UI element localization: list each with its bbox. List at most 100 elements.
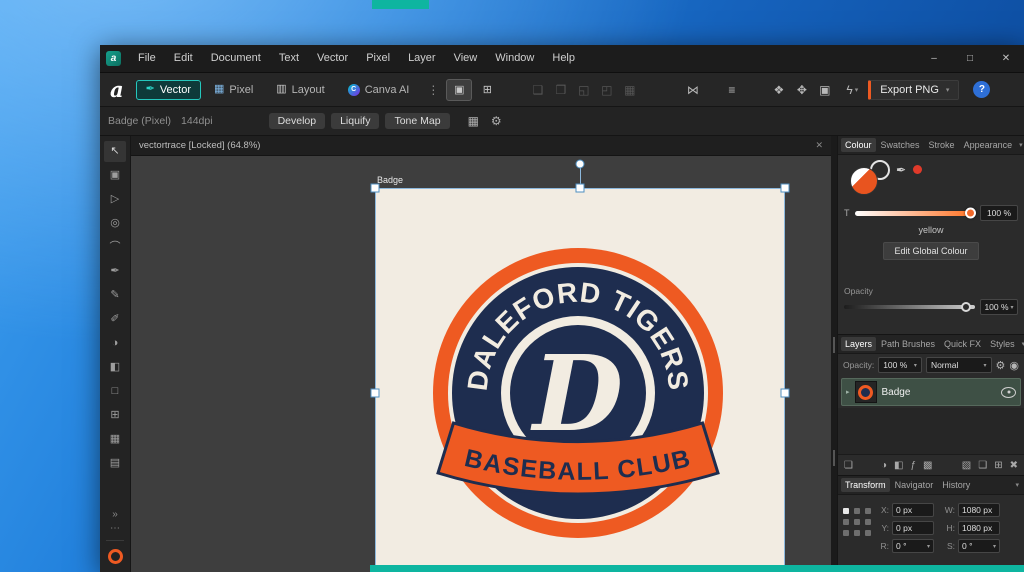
insert-target-icon[interactable]: ▣ [813,83,836,97]
anchor-cell[interactable] [865,508,871,514]
menu-layer[interactable]: Layer [399,45,445,72]
geometry-subtract-icon[interactable]: ❒ [549,83,572,97]
anchor-cell[interactable] [843,508,849,514]
geometry-divide-icon[interactable]: ◰ [595,83,618,97]
layer-visibility-eye-icon[interactable] [1001,387,1016,398]
menu-view[interactable]: View [445,45,487,72]
menu-window[interactable]: Window [486,45,543,72]
more-tools-icon[interactable]: ⋯ [110,522,120,536]
badge-artwork[interactable]: DALEFORD TIGERS BASEBALL CLUB D [428,243,728,543]
layers-list-empty-area[interactable] [838,408,1024,454]
panel-splitter[interactable] [831,136,837,572]
tab-navigator[interactable]: Navigator [891,478,938,492]
contour-tool[interactable]: ◎ [104,213,126,234]
h-field[interactable]: 1080 px [958,521,1000,535]
tab-layers[interactable]: Layers [841,337,876,351]
current-colour-indicator[interactable] [108,549,123,564]
s-field[interactable]: 0 ° ▾ [958,539,1000,553]
adjustment-icon[interactable]: ◑ [881,460,887,471]
tab-transform[interactable]: Transform [841,478,890,492]
corner-tool[interactable]: ⌒ [104,237,126,258]
tint-slider-track[interactable] [855,211,976,216]
persona-vector[interactable]: ✒ Vector [136,80,201,100]
pen-tool[interactable]: ✒ [104,261,126,282]
menu-file[interactable]: File [129,45,165,72]
blend-mode-select[interactable]: Normal ▾ [926,357,992,373]
fx-icon[interactable]: ▩ [923,460,932,471]
assistant-button[interactable]: ϟ ▾ [846,83,858,97]
toolbar-toggle-b-icon[interactable]: ⊞ [474,79,500,101]
layer-settings-gear-icon[interactable]: ⚙ [996,359,1006,372]
tab-history[interactable]: History [938,478,974,492]
close-document-icon[interactable]: ✕ [815,140,823,151]
flip-icon[interactable]: ⋈ [681,83,704,97]
new-layer-icon[interactable]: ❑ [978,460,987,471]
document-tab[interactable]: vectortrace [Locked] (64.8%) [139,140,260,151]
geometry-add-icon[interactable]: ❑ [526,83,549,97]
rotation-handle[interactable] [576,160,585,169]
settings-gear-icon[interactable]: ⚙ [491,114,502,128]
menu-pixel[interactable]: Pixel [357,45,399,72]
menu-text[interactable]: Text [270,45,308,72]
anchor-cell[interactable] [865,530,871,536]
x-field[interactable]: 0 px [892,503,934,517]
tab-styles[interactable]: Styles [986,337,1019,351]
export-png-button[interactable]: Export PNG ▾ [868,80,959,100]
selection-handle-mid-right[interactable] [781,389,790,398]
selection-handle-mid-left[interactable] [371,389,380,398]
geometry-combine-icon[interactable]: ▦ [618,83,641,97]
document-artboard[interactable]: DALEFORD TIGERS BASEBALL CLUB D [375,188,785,572]
tint-value-field[interactable]: 100 % [980,205,1018,221]
canvas-area[interactable]: vectortrace [Locked] (64.8%) ✕ DALEFORD … [131,136,831,572]
new-group-icon[interactable]: ⊞ [994,460,1002,471]
layer-row-badge[interactable]: ▸ Badge [841,378,1021,406]
crop-tool[interactable]: ▦ [104,429,126,450]
move-tool[interactable]: ↖ [104,141,126,162]
layers-opacity-select[interactable]: 100 % ▾ [878,357,922,373]
panel-menu-icon[interactable]: ▾ [1017,141,1024,149]
frame-tool[interactable]: ▣ [104,165,126,186]
anchor-cell[interactable] [865,519,871,525]
r-field[interactable]: 0 ° ▾ [892,539,934,553]
pencil-tool[interactable]: ✎ [104,285,126,306]
menu-help[interactable]: Help [543,45,584,72]
persona-pixel[interactable]: ▦ Pixel [204,80,263,100]
edit-mask-icon[interactable]: ❏ [844,460,853,471]
expand-tools-icon[interactable]: » [112,508,118,522]
anchor-cell[interactable] [843,519,849,525]
tab-swatches[interactable]: Swatches [877,138,924,152]
opacity-slider-track[interactable] [844,305,975,309]
tab-stroke[interactable]: Stroke [925,138,959,152]
toolbar-toggle-a-icon[interactable]: ▣ [446,79,472,101]
menu-document[interactable]: Document [202,45,270,72]
anchor-cell[interactable] [854,508,860,514]
anchor-cell[interactable] [854,519,860,525]
live-filter-icon[interactable]: ƒ [910,460,916,471]
opacity-value-field[interactable]: 100 % ▾ [980,299,1018,315]
fill-tool[interactable]: ◑ [104,333,126,354]
transparency-tool[interactable]: ◧ [104,357,126,378]
shape-tool[interactable]: ⊞ [104,405,126,426]
new-pixel-layer-icon[interactable]: ▧ [962,460,971,471]
anchor-cell[interactable] [854,530,860,536]
mask-layer-icon[interactable]: ◧ [894,460,903,471]
tab-colour[interactable]: Colour [841,138,876,152]
liquify-button[interactable]: Liquify [331,113,379,129]
eyedropper-icon[interactable]: ✒ [896,163,906,177]
crop-canvas-icon[interactable]: ❖ [767,83,790,97]
delete-layer-icon[interactable]: ✖ [1010,460,1018,471]
panel-menu-icon[interactable]: ▾ [1020,340,1024,348]
layer-lock-icon[interactable]: ◉ [1009,359,1019,372]
alignment-icon[interactable]: ≡ [720,83,743,97]
develop-button[interactable]: Develop [269,113,326,129]
menu-vector[interactable]: Vector [308,45,357,72]
node-tool[interactable]: ▷ [104,189,126,210]
selection-handle-top-mid[interactable] [576,184,585,193]
maximize-button[interactable]: □ [952,45,988,72]
menu-edit[interactable]: Edit [165,45,202,72]
tab-path-brushes[interactable]: Path Brushes [877,337,939,351]
panel-menu-icon[interactable]: ▾ [1013,481,1021,489]
persona-canva-ai[interactable]: C Canva AI [338,80,420,100]
tone-map-button[interactable]: Tone Map [385,113,449,129]
rectangle-tool[interactable]: □ [104,381,126,402]
